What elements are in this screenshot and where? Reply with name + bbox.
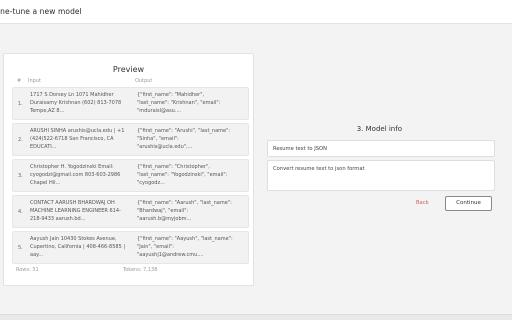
section-title-model-info: 3. Model info <box>356 125 402 133</box>
column-header-input: Input <box>28 78 41 84</box>
tokens-count: Tokens: 7,138 <box>123 267 158 273</box>
continue-button[interactable]: Continue <box>445 196 492 211</box>
row-number: 3. <box>18 173 23 179</box>
row-input-text: ARUSHI SINHA arushis@ucla.edu | +1 (424)… <box>30 128 125 150</box>
table-row[interactable]: 5. Aayush Jain 10430 Stokes Avenue, Cupe… <box>12 231 249 264</box>
table-row[interactable]: 4. CONTACT AARUSH BHARDWAJ OH MACHINE LE… <box>12 195 249 228</box>
column-header-number: # <box>17 78 22 84</box>
row-input-text: Christopher H. Yogodzinski Email: cyogod… <box>30 164 121 186</box>
preview-title: Preview <box>112 65 145 74</box>
preview-panel: Preview # Input Output 1. 1717 S Dorsey … <box>3 53 254 286</box>
back-link[interactable]: Back <box>416 200 429 206</box>
row-input-text: Aayush Jain 10430 Stokes Avenue, Cuperti… <box>30 236 126 258</box>
row-number: 2. <box>18 137 23 143</box>
row-output-text: {"first_name": "Aarush", "last_name": "B… <box>137 200 232 222</box>
preview-rows: 1. 1717 S Dorsey Ln 1071 Mahidher Durais… <box>12 87 249 267</box>
model-name-input[interactable]: Resume text to JSON <box>267 140 495 157</box>
row-number: 5. <box>18 245 23 251</box>
column-header-output: Output <box>135 78 153 84</box>
rows-count: Rows: 31 <box>16 267 39 273</box>
row-number: 4. <box>18 209 23 215</box>
table-row[interactable]: 1. 1717 S Dorsey Ln 1071 Mahidher Durais… <box>12 87 249 120</box>
table-row[interactable]: 3. Christopher H. Yogodzinski Email: cyo… <box>12 159 249 192</box>
row-input-text: CONTACT AARUSH BHARDWAJ OH MACHINE LEARN… <box>30 200 121 222</box>
row-number: 1. <box>18 101 23 107</box>
top-bar: ine-tune a new model <box>0 0 512 24</box>
page-title: ine-tune a new model <box>0 7 82 16</box>
row-output-text: {"first_name": "Aayush", "last_name": "J… <box>137 236 233 258</box>
row-input-text: 1717 S Dorsey Ln 1071 Mahidher Duraisamy… <box>30 92 122 114</box>
row-output-text: {"first_name": "Christopher", "last_name… <box>137 164 228 186</box>
table-row[interactable]: 2. ARUSHI SINHA arushis@ucla.edu | +1 (4… <box>12 123 249 156</box>
model-description-textarea[interactable]: Convert resume text to json format <box>267 160 495 191</box>
row-output-text: {"first_name": "Arushi", "last_name": "S… <box>137 128 231 150</box>
bottom-strip <box>0 314 512 320</box>
row-output-text: {"first_name": "Mahidher", "last_name": … <box>137 92 221 114</box>
